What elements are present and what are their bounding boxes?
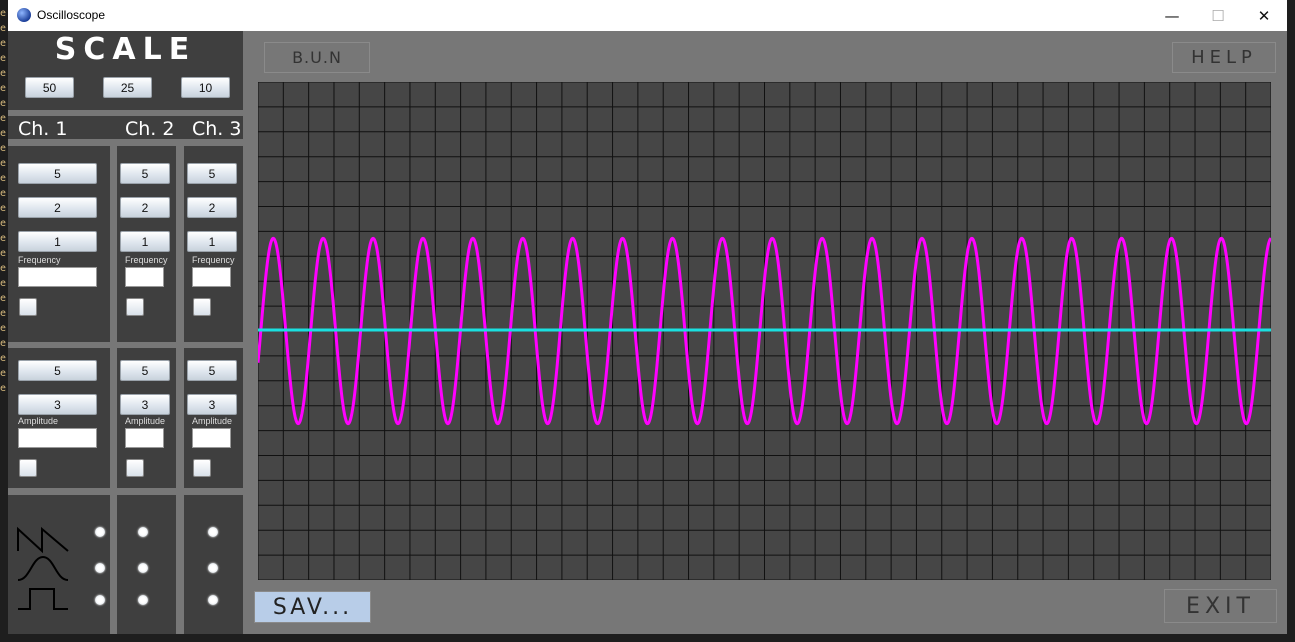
ch1-frequency-input[interactable] <box>18 267 97 287</box>
oscilloscope-window: Oscilloscope — ☐ ✕ SCALE 50 25 10 Ch. 1 … <box>8 0 1287 634</box>
editor-glyph: e <box>0 68 7 79</box>
editor-glyph: e <box>0 278 7 289</box>
channel-1-label: Ch. 1 <box>18 118 68 140</box>
ch1-sine-radio[interactable] <box>95 563 105 573</box>
editor-glyph: e <box>0 353 7 364</box>
ch3-square-radio[interactable] <box>208 595 218 605</box>
ch3-amplitude-input[interactable] <box>192 428 231 448</box>
ch3-amplitude-label: Amplitude <box>192 416 233 426</box>
ch3-frequency-input[interactable] <box>192 267 231 287</box>
ch2-amp-3-button[interactable]: 3 <box>120 394 170 415</box>
scale-title: SCALE <box>54 32 197 67</box>
ch3-amp-5-button[interactable]: 5 <box>187 360 237 381</box>
editor-glyph: e <box>0 263 7 274</box>
ch3-amplitude-checkbox[interactable] <box>193 459 211 477</box>
ch2-square-radio[interactable] <box>138 595 148 605</box>
ch2-amplitude-label: Amplitude <box>125 416 166 426</box>
channel-3-label: Ch. 3 <box>192 118 242 140</box>
editor-glyph: e <box>0 98 7 109</box>
sawtooth-icon <box>17 526 69 554</box>
editor-glyph: e <box>0 233 7 244</box>
ch2-freq-5-button[interactable]: 5 <box>120 163 170 184</box>
editor-glyph: e <box>0 128 7 139</box>
ch1-amplitude-checkbox[interactable] <box>19 459 37 477</box>
ch3-amp-3-button[interactable]: 3 <box>187 394 237 415</box>
editor-glyph: e <box>0 158 7 169</box>
ch3-freq-1-button[interactable]: 1 <box>187 231 237 252</box>
scale-10-button[interactable]: 10 <box>181 77 230 98</box>
ch1-amp-3-button[interactable]: 3 <box>18 394 97 415</box>
editor-glyph: e <box>0 368 7 379</box>
ch3-sine-radio[interactable] <box>208 563 218 573</box>
editor-glyph: e <box>0 383 7 394</box>
ch1-freq-5-button[interactable]: 5 <box>18 163 97 184</box>
ch2-amp-5-button[interactable]: 5 <box>120 360 170 381</box>
exit-button[interactable]: EXIT <box>1164 589 1277 623</box>
editor-glyph: e <box>0 8 7 19</box>
editor-glyph: e <box>0 293 7 304</box>
editor-glyph: e <box>0 218 7 229</box>
editor-glyph: e <box>0 248 7 259</box>
editor-glyph: e <box>0 53 7 64</box>
title-bar: Oscilloscope — ☐ ✕ <box>8 0 1287 31</box>
ch2-freq-1-button[interactable]: 1 <box>120 231 170 252</box>
help-button[interactable]: HELP <box>1172 42 1276 73</box>
ch2-sine-radio[interactable] <box>138 563 148 573</box>
ch1-square-radio[interactable] <box>95 595 105 605</box>
ch2-frequency-label: Frequency <box>125 255 168 265</box>
sine-icon <box>17 555 69 581</box>
editor-glyph: e <box>0 23 7 34</box>
editor-glyph: e <box>0 188 7 199</box>
editor-glyph: e <box>0 143 7 154</box>
app-globe-icon <box>17 8 31 22</box>
square-icon <box>18 588 68 610</box>
bun-button[interactable]: B.U.N <box>264 42 370 73</box>
ch3-freq-5-button[interactable]: 5 <box>187 163 237 184</box>
editor-glyph: e <box>0 83 7 94</box>
oscilloscope-display <box>258 82 1271 580</box>
ch1-freq-1-button[interactable]: 1 <box>18 231 97 252</box>
editor-glyph: e <box>0 113 7 124</box>
ch3-frequency-label: Frequency <box>192 255 235 265</box>
ch1-frequency-checkbox[interactable] <box>19 298 37 316</box>
ch2-freq-2-button[interactable]: 2 <box>120 197 170 218</box>
channel-2-label: Ch. 2 <box>125 118 175 140</box>
ch1-amplitude-label: Amplitude <box>18 416 59 426</box>
ch2-amplitude-checkbox[interactable] <box>126 459 144 477</box>
ch1-frequency-label: Frequency <box>18 255 61 265</box>
scale-50-button[interactable]: 50 <box>25 77 74 98</box>
editor-glyph: e <box>0 38 7 49</box>
editor-glyph: e <box>0 173 7 184</box>
scale-25-button[interactable]: 25 <box>103 77 152 98</box>
ch2-frequency-input[interactable] <box>125 267 164 287</box>
editor-glyph: e <box>0 323 7 334</box>
waveform-icons <box>17 526 69 610</box>
editor-glyph: e <box>0 308 7 319</box>
editor-glyph: e <box>0 203 7 214</box>
ch1-amplitude-input[interactable] <box>18 428 97 448</box>
ch2-sawtooth-radio[interactable] <box>138 527 148 537</box>
ch1-amp-5-button[interactable]: 5 <box>18 360 97 381</box>
ch2-frequency-checkbox[interactable] <box>126 298 144 316</box>
ch3-freq-2-button[interactable]: 2 <box>187 197 237 218</box>
minimize-button[interactable]: — <box>1149 0 1195 31</box>
close-button[interactable]: ✕ <box>1241 0 1287 31</box>
maximize-button[interactable]: ☐ <box>1195 0 1241 31</box>
window-title: Oscilloscope <box>37 8 106 22</box>
ch2-amplitude-input[interactable] <box>125 428 164 448</box>
editor-glyph: e <box>0 338 7 349</box>
ch3-frequency-checkbox[interactable] <box>193 298 211 316</box>
ch1-sawtooth-radio[interactable] <box>95 527 105 537</box>
ch1-freq-2-button[interactable]: 2 <box>18 197 97 218</box>
ch3-sawtooth-radio[interactable] <box>208 527 218 537</box>
save-button[interactable]: SAV... <box>254 591 371 623</box>
